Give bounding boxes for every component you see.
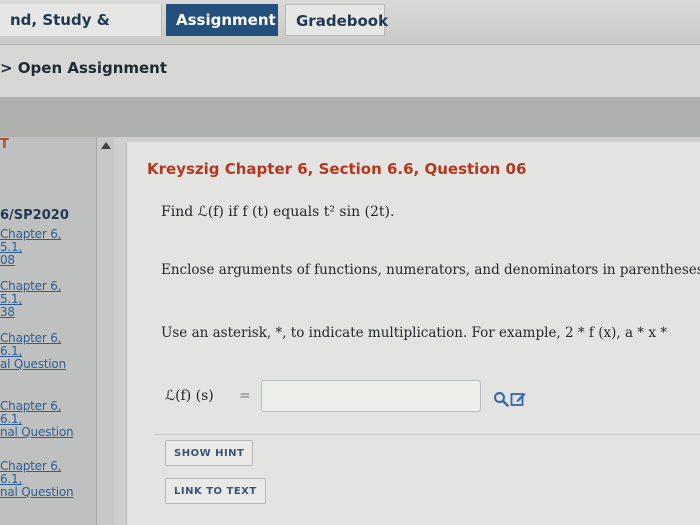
breadcrumb[interactable]: > Open Assignment <box>0 59 167 77</box>
edit-icon[interactable] <box>510 391 526 407</box>
question-panel: Kreyszig Chapter 6, Section 6.6, Questio… <box>126 142 700 525</box>
sidebar-link[interactable]: 38 <box>0 306 15 319</box>
instruction-multiplication: Use an asterisk, *, to indicate multipli… <box>161 325 667 341</box>
sidebar-course-name: 6/SP2020 <box>0 208 69 223</box>
top-nav-bar: nd, Study & Practice Assignment Gradeboo… <box>0 0 700 61</box>
answer-equals-sign: = <box>239 388 251 404</box>
sidebar-link[interactable]: al Question <box>0 358 66 371</box>
sidebar-link[interactable]: nal Question <box>0 426 74 439</box>
tab-assignment[interactable]: Assignment <box>166 4 278 36</box>
tab-read-study-practice[interactable]: nd, Study & Practice <box>0 4 162 61</box>
answer-label: ℒ(f) (s) <box>165 388 214 404</box>
tab-gradebook[interactable]: Gradebook <box>285 4 388 36</box>
question-title: Kreyszig Chapter 6, Section 6.6, Questio… <box>147 160 527 178</box>
question-prompt: Find ℒ(f) if f (t) equals t² sin (2t). <box>161 204 395 220</box>
sidebar-scrollbar[interactable] <box>96 137 114 525</box>
panel-divider <box>155 434 700 435</box>
answer-input[interactable] <box>261 380 481 412</box>
sidebar-header-letter: T <box>0 137 9 152</box>
assignment-sidebar: T 6/SP2020 Chapter 6, 5.1, 08 Chapter 6,… <box>0 137 96 525</box>
link-to-text-button[interactable]: LINK TO TEXT <box>165 478 266 504</box>
scroll-up-arrow-icon[interactable] <box>101 142 111 149</box>
show-hint-button[interactable]: SHOW HINT <box>165 440 254 466</box>
magnifier-icon[interactable] <box>493 391 509 407</box>
sidebar-link[interactable]: 08 <box>0 254 15 267</box>
instruction-parentheses: Enclose arguments of functions, numerato… <box>161 262 700 278</box>
sidebar-link[interactable]: nal Question <box>0 486 74 499</box>
breadcrumb-bar: > Open Assignment <box>0 45 700 97</box>
toolbar-band <box>0 97 700 137</box>
